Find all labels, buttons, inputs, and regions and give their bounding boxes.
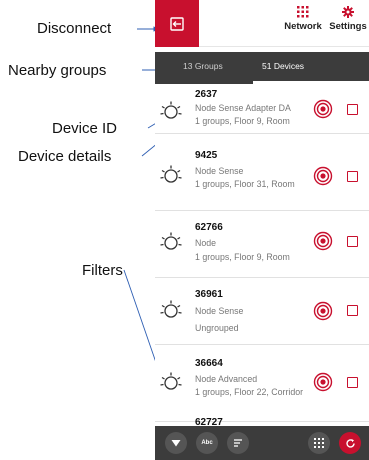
name-filter-button[interactable]: Abc <box>196 432 218 454</box>
identify-icon[interactable] <box>313 372 333 392</box>
device-type: Node <box>195 238 217 248</box>
select-checkbox[interactable] <box>347 104 358 115</box>
annotation-device-id: Device ID <box>52 120 118 137</box>
bulb-icon <box>160 101 182 119</box>
device-type: Node Sense Adapter DA <box>195 103 291 113</box>
annotation-nearby-groups: Nearby groups <box>8 62 107 79</box>
table-row[interactable]: 36664 Node Advanced 1 groups, Floor 22, … <box>155 346 369 422</box>
identify-icon[interactable] <box>313 301 333 321</box>
sort-icon <box>234 439 242 447</box>
bulb-icon <box>160 372 182 390</box>
table-row[interactable]: 9425 Node Sense 1 groups, Floor 31, Room <box>155 135 369 211</box>
annotation-filters: Filters <box>82 262 123 279</box>
device-group: Ungrouped <box>195 323 239 333</box>
table-row[interactable]: 62766 Node 1 groups, Floor 9, Room <box>155 212 369 278</box>
filter-button[interactable] <box>165 432 187 454</box>
tab-groups[interactable]: 13 Groups <box>183 52 223 84</box>
select-checkbox[interactable] <box>347 377 358 388</box>
device-group: 1 groups, Floor 9, Room <box>195 252 290 262</box>
device-group: 1 groups, Floor 31, Room <box>195 179 295 189</box>
name-filter-label: Abc <box>201 440 213 446</box>
refresh-button[interactable] <box>339 432 361 454</box>
device-list[interactable]: 2637 Node Sense Adapter DA 1 groups, Flo… <box>155 84 369 426</box>
device-group: 1 groups, Floor 9, Room <box>195 116 290 126</box>
settings-button[interactable]: Settings <box>328 6 368 32</box>
device-id: 36961 <box>195 289 223 300</box>
network-button[interactable]: Network <box>283 6 323 32</box>
device-type: Node Sense <box>195 166 244 176</box>
bottom-bar: Abc <box>155 426 369 460</box>
grid-icon <box>314 438 324 448</box>
refresh-icon <box>345 438 355 448</box>
identify-icon[interactable] <box>313 166 333 186</box>
tab-devices[interactable]: 51 Devices <box>260 52 369 84</box>
table-row[interactable]: 2637 Node Sense Adapter DA 1 groups, Flo… <box>155 84 369 134</box>
bulb-icon <box>160 165 182 183</box>
annotation-device-details: Device details <box>18 148 112 165</box>
device-id: 36664 <box>195 358 223 369</box>
sort-button[interactable] <box>227 432 249 454</box>
app-screen: Network Settings 13 Groups 51 Devices 26… <box>155 0 369 460</box>
identify-icon[interactable] <box>313 99 333 119</box>
disconnect-button[interactable] <box>155 0 199 47</box>
device-id: 2637 <box>195 89 218 100</box>
device-id: 62727 <box>195 417 223 426</box>
select-checkbox[interactable] <box>347 171 358 182</box>
select-checkbox[interactable] <box>347 305 358 316</box>
gear-icon <box>342 6 354 18</box>
top-bar: Network Settings <box>155 0 369 47</box>
device-id: 62766 <box>195 222 223 233</box>
settings-label: Settings <box>329 21 367 32</box>
device-id: 9425 <box>195 150 218 161</box>
filter-icon <box>171 440 181 447</box>
grid-view-button[interactable] <box>308 432 330 454</box>
tab-bar: 13 Groups 51 Devices <box>155 52 369 84</box>
bulb-icon <box>160 232 182 250</box>
network-label: Network <box>284 21 322 32</box>
grid-icon <box>297 6 309 18</box>
device-type: Node Sense <box>195 306 244 316</box>
bulb-icon <box>160 300 182 318</box>
annotation-disconnect: Disconnect <box>37 20 112 37</box>
select-checkbox[interactable] <box>347 236 358 247</box>
device-type: Node Advanced <box>195 374 258 384</box>
device-group: 1 groups, Floor 22, Corridor <box>195 387 304 397</box>
table-row[interactable]: 36961 Node Sense Ungrouped <box>155 279 369 345</box>
identify-icon[interactable] <box>313 231 333 251</box>
disconnect-icon <box>170 16 184 31</box>
